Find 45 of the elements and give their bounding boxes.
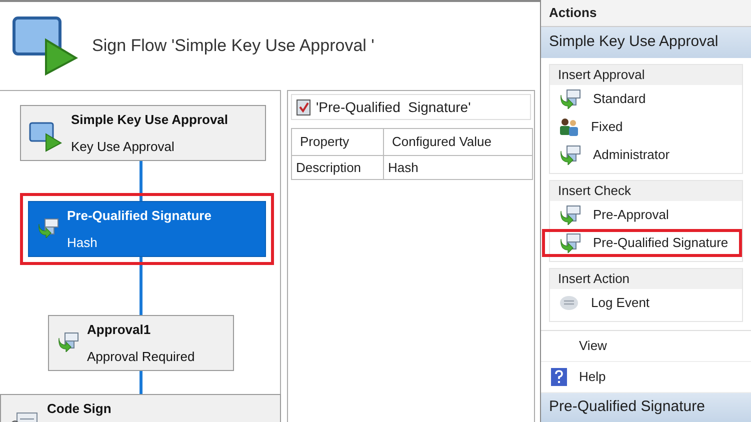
flow-node[interactable]: Approval1 Approval Required — [48, 315, 234, 371]
group-title: Insert Check — [550, 181, 742, 202]
action-item[interactable]: Pre-Qualified Signature — [542, 229, 742, 258]
node-subtitle: Hash — [67, 234, 98, 252]
node-title: Approval1 — [87, 321, 152, 339]
arrow-panel-icon — [559, 89, 581, 110]
arrow-panel-icon — [57, 332, 79, 352]
node-title: Simple Key Use Approval — [71, 111, 228, 129]
users-icon — [559, 117, 579, 138]
help-icon — [551, 368, 567, 386]
node-title: Code Sign — [47, 400, 112, 418]
action-link[interactable]: View — [541, 331, 751, 362]
properties-title: 'Pre-Qualified Signature' — [316, 98, 471, 117]
action-item[interactable]: Pre-Approval — [542, 201, 742, 230]
action-item[interactable]: Administrator — [542, 141, 742, 170]
action-item[interactable]: Standard — [542, 85, 742, 114]
arrow-panel-icon — [559, 205, 581, 226]
column-header: Property — [292, 128, 384, 156]
action-item[interactable]: Log Event — [542, 289, 742, 318]
flow-node[interactable]: Code Sign — [0, 394, 281, 422]
table-cell: Description — [292, 156, 384, 180]
arrow-panel-icon — [559, 233, 581, 254]
table-cell: Hash — [384, 156, 532, 180]
group-title: Insert Approval — [550, 65, 742, 86]
node-subtitle: Key Use Approval — [71, 138, 176, 156]
section-header: Pre-Qualified Signature — [541, 393, 751, 422]
section-header: Simple Key Use Approval — [541, 27, 751, 58]
node-subtitle: Approval Required — [87, 348, 195, 366]
flow-icon — [12, 16, 80, 76]
action-item[interactable]: Fixed — [542, 113, 742, 142]
node-title: Pre-Qualified Signature — [67, 207, 212, 225]
arrow-panel-icon — [37, 218, 59, 238]
connector-line — [137, 161, 145, 201]
flow-node[interactable]: Pre-Qualified Signature Hash — [28, 201, 266, 257]
flow-icon — [29, 122, 63, 152]
connector-line — [137, 257, 145, 315]
log-icon — [559, 295, 579, 312]
actions-title: Actions — [541, 0, 751, 28]
flow-node[interactable]: Simple Key Use Approval Key Use Approval — [20, 105, 266, 161]
window-title: Sign Flow 'Simple Key Use Approval ' — [92, 35, 374, 58]
connector-line — [137, 371, 145, 394]
column-header: Configured Value — [384, 128, 532, 156]
arrow-panel-icon — [559, 145, 581, 166]
clipboard-icon — [296, 98, 312, 116]
group-title: Insert Action — [550, 269, 742, 290]
